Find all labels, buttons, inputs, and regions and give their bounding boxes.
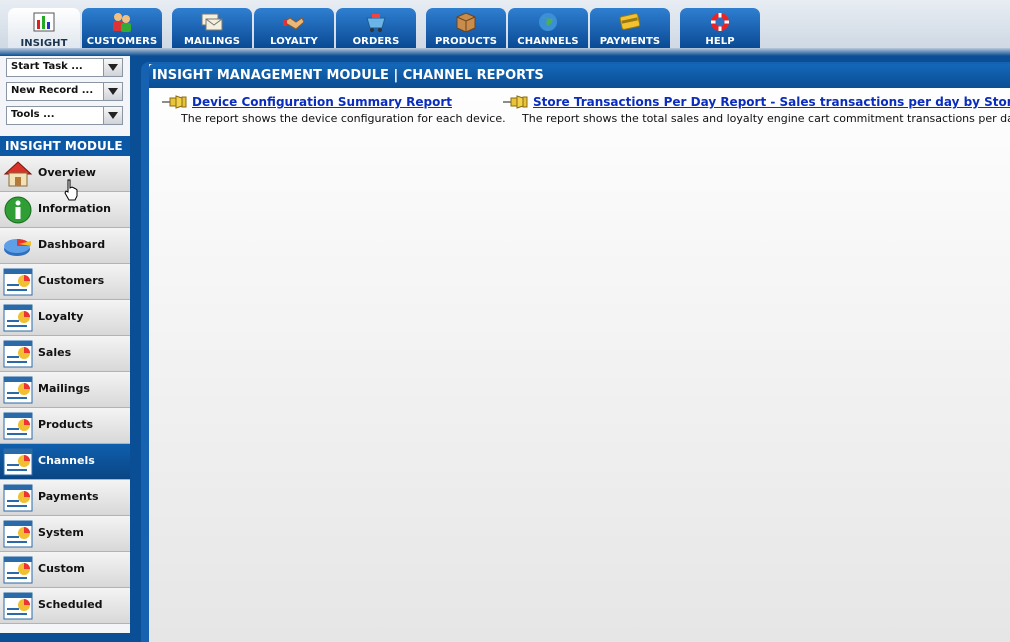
chevron-down-icon[interactable] [103, 107, 122, 124]
tab-loyalty[interactable]: LOYALTY [254, 8, 334, 48]
tab-label: PRODUCTS [434, 36, 498, 47]
sidebar-item-label: Channels [38, 454, 95, 467]
sidebar-item-products[interactable]: Products [0, 408, 130, 444]
report-icon [3, 484, 33, 512]
sidebar-item-scheduled[interactable]: Scheduled [0, 588, 130, 624]
sidebar-item-label: Loyalty [38, 310, 84, 323]
payments-card-icon [619, 13, 641, 30]
report-icon [3, 592, 33, 620]
mailings-icon [201, 13, 223, 31]
tab-mailings[interactable]: MAILINGS [172, 8, 252, 48]
page-title: INSIGHT MANAGEMENT MODULE | CHANNEL REPO… [149, 64, 1010, 88]
sidebar-item-sales[interactable]: Sales [0, 336, 130, 372]
tab-channels[interactable]: CHANNELS [508, 8, 588, 48]
content-panel: INSIGHT MANAGEMENT MODULE | CHANNEL REPO… [141, 62, 1010, 642]
tab-label: ORDERS [352, 36, 400, 47]
tab-customers[interactable]: CUSTOMERS [82, 8, 162, 48]
sidebar-item-label: Payments [38, 490, 99, 503]
sidebar-item-label: Overview [38, 166, 96, 179]
sidebar: Start Task ... New Record ... Tools ... … [0, 56, 130, 633]
new-record-dropdown[interactable]: New Record ... [6, 82, 123, 101]
tab-products[interactable]: PRODUCTS [426, 8, 506, 48]
tools-label: Tools ... [11, 109, 55, 120]
new-record-label: New Record ... [11, 85, 94, 96]
sidebar-item-loyalty[interactable]: Loyalty [0, 300, 130, 336]
tab-help[interactable]: HELP [680, 8, 760, 48]
pushpin-icon [503, 95, 528, 109]
nav-divider [0, 48, 1010, 56]
top-navigation-bar: INSIGHT CUSTOMERS MAILINGS LOYALTY ORDER… [0, 0, 1010, 50]
sidebar-item-label: System [38, 526, 84, 539]
pushpin-icon [162, 95, 187, 109]
report-icon [3, 556, 33, 584]
tools-dropdown[interactable]: Tools ... [6, 106, 123, 125]
tab-insight[interactable]: INSIGHT [8, 8, 80, 50]
pie-chart-icon [4, 239, 31, 256]
sidebar-item-label: Dashboard [38, 238, 106, 251]
report-icon [3, 268, 33, 296]
sidebar-menu: Overview Information Dashboard Customers… [0, 156, 130, 624]
tab-payments[interactable]: PAYMENTS [590, 8, 670, 48]
tab-label: LOYALTY [270, 36, 318, 47]
chevron-down-icon[interactable] [103, 59, 122, 76]
tab-label: HELP [705, 36, 735, 47]
sidebar-item-payments[interactable]: Payments [0, 480, 130, 516]
report-icon [3, 448, 33, 476]
module-title: INSIGHT MODULE [0, 136, 130, 156]
tab-label: MAILINGS [183, 36, 241, 47]
sidebar-item-label: Scheduled [38, 598, 103, 611]
report-icon [3, 340, 33, 368]
sidebar-item-label: Products [38, 418, 94, 431]
chevron-down-icon[interactable] [103, 83, 122, 100]
orders-basket-icon [366, 14, 386, 32]
products-box-icon [456, 12, 476, 33]
start-task-dropdown[interactable]: Start Task ... [6, 58, 123, 77]
tab-orders[interactable]: ORDERS [336, 8, 416, 48]
report-icon [3, 304, 33, 332]
device-configuration-report-link[interactable]: Device Configuration Summary Report [192, 95, 452, 109]
customers-icon [113, 13, 131, 32]
sidebar-item-label: Custom [38, 562, 85, 575]
home-icon [3, 161, 33, 187]
report-icon [3, 376, 33, 404]
report-icon [3, 412, 33, 440]
sidebar-item-dashboard[interactable]: Dashboard [0, 228, 130, 264]
tab-label: PAYMENTS [599, 36, 661, 47]
sidebar-item-label: Mailings [38, 382, 90, 395]
sidebar-item-label: Information [38, 202, 111, 215]
insight-chart-icon [33, 12, 55, 32]
sidebar-item-channels[interactable]: Channels [0, 444, 130, 480]
tab-label: CHANNELS [517, 36, 579, 47]
store-transactions-report-link[interactable]: Store Transactions Per Day Report - Sale… [533, 95, 1010, 109]
start-task-label: Start Task ... [11, 61, 83, 72]
report-description: The report shows the device configuratio… [181, 112, 506, 125]
hand-cursor-icon [64, 179, 78, 201]
help-lifebuoy-icon [711, 13, 729, 31]
sidebar-item-mailings[interactable]: Mailings [0, 372, 130, 408]
sidebar-item-system[interactable]: System [0, 516, 130, 552]
loyalty-handshake-icon [283, 17, 305, 30]
report-description: The report shows the total sales and loy… [522, 112, 1010, 125]
sidebar-item-label: Sales [38, 346, 72, 359]
tab-label: CUSTOMERS [86, 36, 158, 47]
sidebar-item-customers[interactable]: Customers [0, 264, 130, 300]
channels-globe-icon [539, 13, 557, 31]
report-icon [3, 520, 33, 548]
sidebar-item-label: Customers [38, 274, 105, 287]
info-icon [4, 196, 32, 224]
sidebar-item-custom[interactable]: Custom [0, 552, 130, 588]
